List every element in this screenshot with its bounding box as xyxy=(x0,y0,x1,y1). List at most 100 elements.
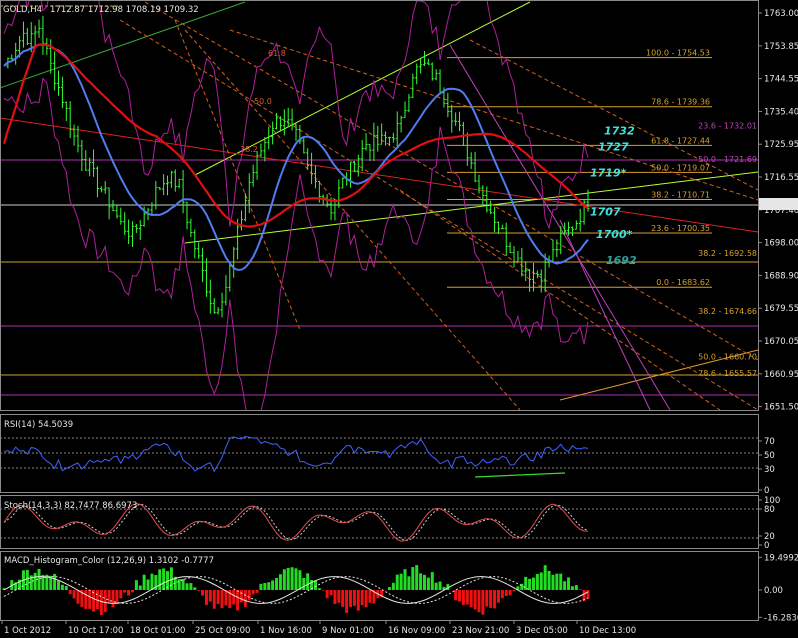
macd-histogram-bar xyxy=(349,590,353,608)
macd-histogram-bar xyxy=(298,570,302,590)
macd-histogram-bar xyxy=(185,583,189,590)
fan-label: 38.2 xyxy=(240,145,258,154)
macd-histogram-bar xyxy=(103,590,107,613)
price-annotation: 1692 xyxy=(606,254,637,267)
macd-histogram-bar xyxy=(333,590,337,605)
price-axis-label: 1660.95 xyxy=(764,370,798,380)
macd-axis-label: -16.2836 xyxy=(764,613,798,623)
fan-line xyxy=(399,189,721,410)
chart-canvas: GOLD,H4 1712.87 1712.98 1708.19 1709.32 … xyxy=(0,0,798,636)
macd-histogram-bar xyxy=(162,568,166,590)
macd-histogram-bar xyxy=(559,573,563,590)
macd-histogram-bar xyxy=(337,590,341,603)
price-annotation: 1719* xyxy=(590,167,627,180)
price-axis-label: 1698.00 xyxy=(764,239,798,249)
macd-histogram-bar xyxy=(574,585,578,590)
price-axis-label: 1716.55 xyxy=(764,173,798,183)
macd-histogram-bar xyxy=(127,590,131,596)
macd-histogram-bar xyxy=(76,590,80,604)
macd-histogram-bar xyxy=(138,585,142,590)
macd-histogram-bar xyxy=(212,590,216,609)
macd-histogram-bar xyxy=(64,586,68,590)
macd-histogram-bar xyxy=(504,590,508,596)
fan-labels: 61.8 50.0 38.2 xyxy=(240,49,286,154)
macd-histogram-bar xyxy=(208,590,212,602)
macd-histogram-bar xyxy=(57,580,61,590)
macd-histogram-bar xyxy=(259,583,263,590)
macd-histogram-bar xyxy=(570,586,574,590)
macd-histogram-bar xyxy=(267,582,271,590)
macd-histogram-bar xyxy=(84,590,88,609)
time-axis-label: 1 Nov 16:00 xyxy=(260,626,312,636)
macd-histogram-bar xyxy=(419,573,423,590)
price-annotation: 1732 xyxy=(604,125,635,138)
macd-histogram-bar xyxy=(508,590,512,596)
stoch-axis: 10080200 xyxy=(758,496,780,551)
macd-histogram-bar xyxy=(220,590,224,609)
time-axis-label: 25 Oct 09:00 xyxy=(195,626,250,636)
fib-level-label: 23.6 - 1732.01 xyxy=(698,122,757,131)
macd-histogram-bar xyxy=(352,590,356,606)
macd-histogram-bar xyxy=(535,574,539,590)
rsi-axis-label: 70 xyxy=(764,437,775,447)
macd-histogram-bar xyxy=(364,590,368,608)
macd-histogram-bar xyxy=(111,590,115,608)
macd-histogram-bar xyxy=(469,590,473,608)
fan-label: 50.0 xyxy=(254,97,272,106)
macd-histogram-bar xyxy=(282,569,286,590)
price-annotation: 1700* xyxy=(596,228,633,241)
macd-histogram-bar xyxy=(193,587,197,590)
macd-histogram-bar xyxy=(555,573,559,590)
fib-level-label: 38.2 - 1692.58 xyxy=(698,249,757,258)
rsi-drawings xyxy=(1,435,758,478)
macd-histogram-bar xyxy=(33,572,37,590)
macd-histogram-bar xyxy=(302,577,306,590)
fib-level-label: 50.0 - 1721.69 xyxy=(698,155,757,164)
time-axis-label: 1 Oct 2012 xyxy=(4,626,51,636)
regression-line-red xyxy=(1,117,758,233)
macd-histogram-bar xyxy=(197,590,201,591)
fib-level-label: 23.6 - 1700.35 xyxy=(651,224,710,233)
macd-histogram-bar xyxy=(232,590,236,605)
fib-level-label: 50.0 - 1660.70 xyxy=(698,352,757,361)
macd-histogram-bar xyxy=(325,590,329,599)
macd-histogram-bar xyxy=(539,572,543,590)
price-axis-label: 1735.40 xyxy=(764,107,798,117)
macd-drawings xyxy=(2,565,590,616)
macd-histogram-bar xyxy=(399,573,403,590)
macd-histogram-bar xyxy=(454,590,458,601)
macd-histogram-bar xyxy=(547,570,551,590)
macd-histogram-bar xyxy=(321,590,325,591)
macd-histogram-bar xyxy=(551,574,555,590)
price-axis-label: 1744.55 xyxy=(764,75,798,85)
macd-histogram-bar xyxy=(247,590,251,601)
fib-level-label: 0.0 - 1683.62 xyxy=(656,278,710,287)
macd-histogram-bar xyxy=(224,590,228,606)
price-axis-label: 1679.55 xyxy=(764,304,798,314)
fib-level-label: 38.2 - 1674.66 xyxy=(698,307,757,316)
current-price-label: 1709.32 xyxy=(761,200,796,210)
macd-histogram-bar xyxy=(99,590,103,616)
macd-histogram-bar xyxy=(485,590,489,607)
macd-histogram-bar xyxy=(251,590,255,595)
macd-histogram-bar xyxy=(458,590,462,602)
macd-histogram-bar xyxy=(500,590,504,599)
price-drawings xyxy=(1,1,758,410)
fib-diagonal-line xyxy=(559,219,651,410)
fib-level-label: 78.6 - 1655.57 xyxy=(698,369,757,378)
rsi-axis: 70 50 30 0 xyxy=(758,437,775,496)
price-axis-label: 1753.85 xyxy=(764,42,798,52)
price-axis-label: 1651.50 xyxy=(764,403,798,413)
macd-histogram-bar xyxy=(586,590,590,599)
macd-histogram-bar xyxy=(356,590,360,611)
rsi-trend-line xyxy=(474,472,566,478)
macd-histogram-bar xyxy=(313,580,317,590)
rsi-axis-label: 30 xyxy=(764,465,775,475)
stoch-title: Stoch(14,3,3) 82.7477 86.6973 xyxy=(4,501,137,511)
fib-level-label: 100.0 - 1754.53 xyxy=(646,49,710,58)
macd-histogram-bar xyxy=(189,583,193,590)
macd-histogram-bar xyxy=(271,580,275,590)
macd-histogram-bar xyxy=(391,582,395,590)
price-axis-label: 1763.00 xyxy=(764,9,798,19)
time-axis-label: 10 Oct 17:00 xyxy=(68,626,123,636)
